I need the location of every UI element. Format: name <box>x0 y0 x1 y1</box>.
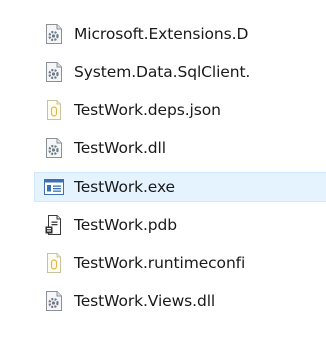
exe-window-icon <box>44 177 64 197</box>
file-item[interactable]: TestWork.exe <box>34 172 326 202</box>
file-name: TestWork.dll <box>74 139 166 157</box>
file-name: TestWork.exe <box>74 178 175 196</box>
file-item[interactable]: TestWork.Views.dll <box>36 286 326 316</box>
dll-gear-icon <box>44 291 64 311</box>
file-explorer-pane: Microsoft.Extensions.D System.Data.SqlCl… <box>0 0 326 342</box>
file-name: TestWork.deps.json <box>74 101 221 119</box>
file-name: TestWork.runtimeconfi <box>74 254 246 272</box>
file-item[interactable]: TestWork.pdb <box>36 210 326 240</box>
dll-gear-icon <box>44 138 64 158</box>
pdb-file-icon <box>44 215 64 235</box>
file-name: TestWork.pdb <box>74 216 178 234</box>
json-file-icon <box>44 100 64 120</box>
file-item[interactable]: TestWork.runtimeconfi <box>36 248 326 278</box>
dll-gear-icon <box>44 24 64 44</box>
file-item[interactable]: TestWork.dll <box>36 133 326 163</box>
file-name: TestWork.Views.dll <box>74 292 216 310</box>
file-item[interactable]: Microsoft.Extensions.D <box>36 19 326 49</box>
json-file-icon <box>44 253 64 273</box>
file-name: Microsoft.Extensions.D <box>74 25 249 43</box>
dll-gear-icon <box>44 62 64 82</box>
file-item[interactable]: TestWork.deps.json <box>36 95 326 125</box>
file-item[interactable]: System.Data.SqlClient. <box>36 57 326 87</box>
file-name: System.Data.SqlClient. <box>74 63 251 81</box>
